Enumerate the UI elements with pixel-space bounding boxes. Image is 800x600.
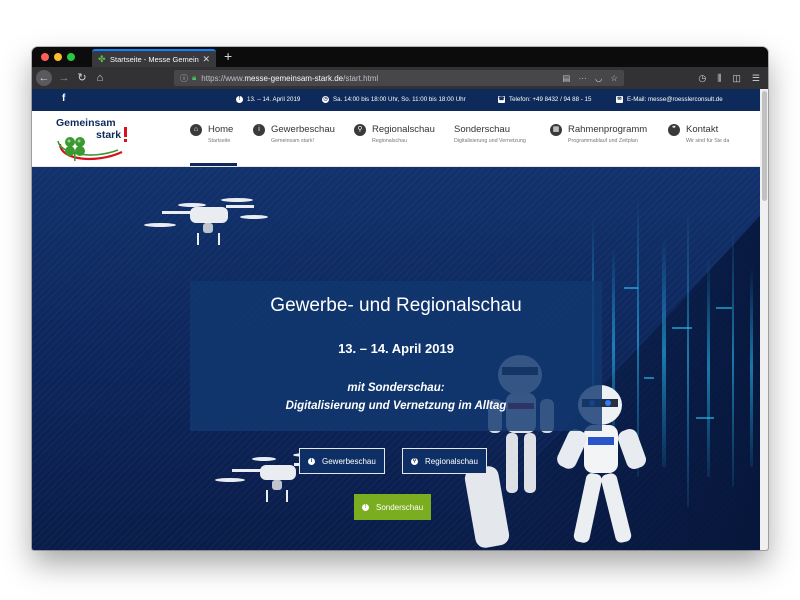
hero-subtitle-1: mit Sonderschau: bbox=[347, 382, 445, 394]
address-bar[interactable]: ⓘ 🔒︎ https://www.messe-gemeinsam-stark.d… bbox=[174, 70, 624, 86]
lock-icon[interactable]: 🔒︎ bbox=[192, 73, 196, 83]
nav-home[interactable]: ⌂ Home Startseite bbox=[190, 124, 233, 146]
topbar-date: ! 13. – 14. April 2019 bbox=[236, 96, 300, 103]
forward-arrow-icon[interactable]: → bbox=[56, 70, 72, 86]
topbar-phone[interactable]: ☎ Telefon: +49 8432 / 94 88 - 15 bbox=[498, 96, 591, 103]
info-icon: ! bbox=[236, 96, 243, 103]
tab-title: Startseite - Messe Gemeinsam bbox=[110, 54, 199, 64]
home-icon[interactable]: ⌂ bbox=[92, 70, 108, 86]
browser-tab-active[interactable]: ✤ Startseite - Messe Gemeinsam ✕ bbox=[92, 49, 216, 67]
facebook-icon[interactable]: f bbox=[62, 93, 65, 104]
hero-date: 13. – 14. April 2019 bbox=[338, 341, 454, 356]
nav-gewerbeschau[interactable]: i Gewerbeschau Gemeinsam stark! bbox=[253, 124, 335, 146]
page-scrollbar[interactable] bbox=[760, 89, 768, 550]
hero-textbox: Gewerbe- und Regionalschau 13. – 14. Apr… bbox=[190, 281, 602, 431]
sidebar-icon[interactable]: ◫ bbox=[732, 70, 741, 86]
gewerbeschau-button[interactable]: i Gewerbeschau bbox=[299, 448, 385, 474]
scrollbar-thumb[interactable] bbox=[762, 91, 767, 201]
regionalschau-button[interactable]: ⚲ Regionalschau bbox=[402, 448, 487, 474]
info-topbar: f ! 13. – 14. April 2019 ◷ Sa. 14:00 bis… bbox=[32, 89, 768, 111]
hero-banner: Gewerbe- und Regionalschau 13. – 14. Apr… bbox=[32, 167, 768, 550]
gemeinsam-stark-logo[interactable]: Gemeinsam stark bbox=[52, 114, 136, 164]
browser-toolbar: ← → ↻ ⌂ ⓘ 🔒︎ https://www.messe-gemeinsam… bbox=[32, 67, 768, 89]
reload-icon[interactable]: ↻ bbox=[74, 70, 90, 86]
nav-rahmenprogramm[interactable]: ▦ Rahmenprogramm Programmablauf und Zeit… bbox=[550, 124, 647, 146]
tab-bar: ✤ Startseite - Messe Gemeinsam ✕ + bbox=[32, 47, 768, 67]
map-pin-icon: ⚲ bbox=[411, 457, 418, 465]
topbar-hours: ◷ Sa. 14:00 bis 18:00 Uhr, So. 11:00 bis… bbox=[322, 96, 466, 103]
hero-title: Gewerbe- und Regionalschau bbox=[270, 295, 522, 316]
clover-favicon-icon: ✤ bbox=[98, 54, 106, 64]
pocket-icon[interactable]: ◡ bbox=[595, 73, 602, 84]
envelope-icon: ✉ bbox=[616, 96, 623, 103]
site-info-icon[interactable]: ⓘ bbox=[180, 73, 188, 84]
bookmark-star-icon[interactable]: ☆ bbox=[610, 73, 618, 84]
library-icon[interactable]: ⫼ bbox=[717, 70, 721, 86]
info-icon: i bbox=[308, 457, 315, 465]
svg-text:stark: stark bbox=[96, 129, 121, 141]
hamburger-menu-icon[interactable]: ☰ bbox=[752, 70, 760, 86]
minimize-window-button[interactable] bbox=[54, 53, 62, 61]
topbar-email[interactable]: ✉ E-Mail: messe@roesslerconsult.de bbox=[616, 96, 723, 103]
nav-kontakt[interactable]: ❞ Kontakt Wir sind für Sie da bbox=[668, 124, 729, 146]
clock-icon: ◷ bbox=[322, 96, 329, 103]
close-window-button[interactable] bbox=[41, 53, 49, 61]
sonderschau-button[interactable]: ! Sonderschau bbox=[354, 494, 432, 520]
url-text[interactable]: https://www.messe-gemeinsam-stark.de/sta… bbox=[201, 74, 562, 83]
page-actions-icon[interactable]: ··· bbox=[578, 73, 587, 84]
home-icon: ⌂ bbox=[190, 124, 202, 136]
chat-icon: ❞ bbox=[668, 124, 680, 136]
browser-window: ✤ Startseite - Messe Gemeinsam ✕ + ← → ↻… bbox=[32, 47, 768, 550]
nav-sonderschau[interactable]: Sonderschau Digitalisierung und Vernetzu… bbox=[454, 124, 526, 146]
nav-regionalschau[interactable]: ⚲ Regionalschau Regionalschau bbox=[354, 124, 435, 146]
new-tab-button[interactable]: + bbox=[224, 48, 232, 64]
web-page: f ! 13. – 14. April 2019 ◷ Sa. 14:00 bis… bbox=[32, 89, 768, 550]
phone-icon: ☎ bbox=[498, 96, 505, 103]
tab-close-icon[interactable]: ✕ bbox=[202, 54, 210, 65]
back-arrow-icon[interactable]: ← bbox=[36, 70, 52, 86]
maximize-window-button[interactable] bbox=[67, 53, 75, 61]
history-clock-icon[interactable]: ◷ bbox=[698, 70, 706, 86]
hero-subtitle-2: Digitalisierung und Vernetzung im Alltag bbox=[285, 400, 507, 412]
main-navigation: Gemeinsam stark ⌂ Home Startseite i Gewe… bbox=[32, 111, 768, 167]
nav-active-indicator bbox=[190, 163, 237, 166]
info-icon: i bbox=[253, 124, 265, 136]
info-icon: ! bbox=[362, 503, 369, 511]
svg-text:Gemeinsam: Gemeinsam bbox=[56, 117, 116, 129]
reader-view-icon[interactable]: ▤ bbox=[562, 73, 570, 84]
drone-illustration bbox=[144, 198, 268, 245]
map-pin-icon: ⚲ bbox=[354, 124, 366, 136]
calendar-icon: ▦ bbox=[550, 124, 562, 136]
